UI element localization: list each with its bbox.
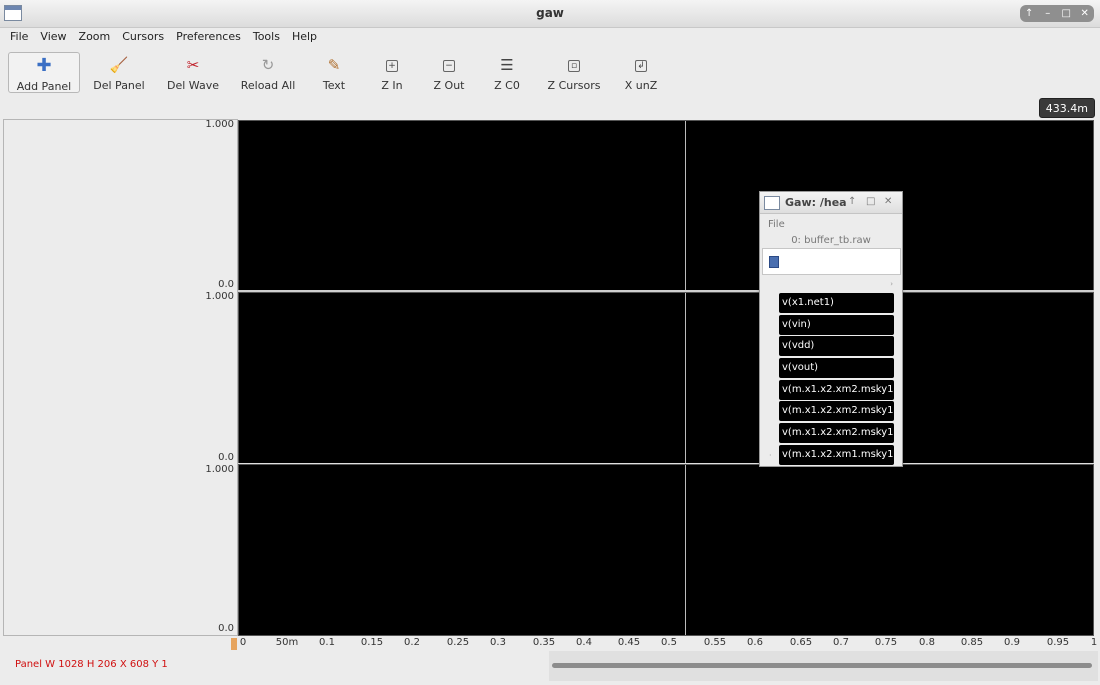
wave-list-window[interactable]: Gaw: /hea ↑ □ ✕ File 0: buffer_tb.raw › …	[759, 191, 903, 467]
wave-list: v(x1.net1) v(vin) v(vdd) v(vout) v(m.x1.…	[779, 293, 894, 466]
menu-file[interactable]: File	[4, 28, 34, 46]
x-tick-label: 0.45	[617, 637, 641, 648]
x-tick-label: 0.35	[532, 637, 556, 648]
shade-icon[interactable]: ↑	[1022, 8, 1036, 19]
cursor-line[interactable]	[685, 293, 686, 463]
x-axis: 0 50m 0.1 0.15 0.2 0.25 0.3 0.35 0.4 0.4…	[238, 637, 1098, 651]
panel-2-y-max: 1.000	[205, 291, 234, 302]
scissors-icon: ✂	[186, 56, 200, 74]
broom-icon: 🧹	[109, 56, 129, 74]
window-icon	[764, 196, 780, 210]
scroll-arrow-icon[interactable]: ›	[890, 280, 893, 288]
x-tick-label: 0.9	[1004, 637, 1020, 648]
title-bar[interactable]: gaw ↑ – □ ✕	[0, 0, 1100, 28]
wave-list-menu-file[interactable]: File	[768, 219, 785, 230]
menu-preferences[interactable]: Preferences	[170, 28, 247, 46]
x-cursor-handle[interactable]	[231, 638, 237, 650]
x-tick-label: 1	[1090, 637, 1098, 648]
x-tick-label: 0.75	[874, 637, 898, 648]
x-unzoom-icon: ↲	[635, 59, 647, 72]
x-tick-label: 50m	[275, 637, 299, 648]
maximize-icon[interactable]: □	[1059, 8, 1073, 19]
gaw-main-window: gaw ↑ – □ ✕ File View Zoom Cursors Prefe…	[0, 0, 1100, 685]
minimize-icon[interactable]: –	[1041, 8, 1055, 19]
text-edit-icon: ✎	[327, 56, 341, 74]
data-file-label: 0: buffer_tb.raw	[791, 235, 871, 246]
x-tick-label: 0.8	[919, 637, 935, 648]
wave-item[interactable]: v(m.x1.x2.xm2.msky130	[779, 401, 894, 422]
window-title: gaw	[536, 6, 564, 20]
wave-item[interactable]: v(m.x1.x2.xm2.msky130	[779, 379, 894, 400]
resize-grip-icon[interactable]: ·	[769, 451, 772, 460]
zoom-cursors-icon: ▫	[568, 59, 580, 72]
menu-tools[interactable]: Tools	[247, 28, 286, 46]
file-select-checkbox[interactable]	[769, 256, 779, 268]
x-tick-label: 0.7	[833, 637, 849, 648]
zoom-in-icon: +	[386, 59, 398, 72]
x-tick-label: 0	[239, 637, 247, 648]
text-button[interactable]: ✎ Text	[314, 52, 354, 93]
del-wave-button[interactable]: ✂ Del Wave	[162, 52, 224, 93]
waveform-panel-1[interactable]	[238, 120, 1094, 291]
panel-1-y-min: 0.0	[218, 279, 234, 290]
plus-icon: ✚	[36, 55, 52, 76]
x-tick-label: 0.2	[404, 637, 420, 648]
menu-zoom[interactable]: Zoom	[73, 28, 117, 46]
zoom-out-icon: −	[443, 59, 455, 72]
waveform-label-area[interactable]	[3, 119, 238, 636]
wave-item[interactable]: v(vout)	[779, 358, 894, 379]
panel-2-y-min: 0.0	[218, 452, 234, 463]
x-tick-label: 0.6	[747, 637, 763, 648]
close-icon[interactable]: ✕	[884, 196, 892, 207]
x-tick-label: 0.3	[490, 637, 506, 648]
zoom-fit-icon: ☰	[500, 56, 514, 74]
wave-list-title: Gaw: /hea	[785, 196, 847, 209]
panel-1-y-max: 1.000	[205, 119, 234, 130]
reload-all-button[interactable]: ↻ Reload All	[238, 52, 298, 93]
wave-item[interactable]: v(vin)	[779, 314, 894, 335]
cursor-line[interactable]	[685, 121, 686, 290]
window-controls: ↑ – □ ✕	[1020, 5, 1094, 22]
menu-help[interactable]: Help	[286, 28, 323, 46]
cursor-value-badge: 433.4m	[1038, 98, 1095, 118]
x-tick-label: 0.1	[319, 637, 335, 648]
menu-view[interactable]: View	[34, 28, 72, 46]
cursor-line[interactable]	[685, 465, 686, 635]
reload-icon: ↻	[261, 56, 275, 74]
toolbar: ✚ Add Panel 🧹 Del Panel ✂ Del Wave ↻ Rel…	[0, 50, 1100, 95]
horizontal-scrollbar[interactable]	[549, 651, 1098, 681]
zoom-cursors-button[interactable]: ▫ Z Cursors	[546, 52, 602, 93]
close-icon[interactable]: ✕	[1078, 8, 1092, 19]
zoom-c0-button[interactable]: ☰ Z C0	[486, 52, 528, 93]
panel-3-y-max: 1.000	[205, 464, 234, 475]
x-unzoom-button[interactable]: ↲ X unZ	[620, 52, 662, 93]
shade-icon[interactable]: ↑	[848, 196, 856, 207]
zoom-in-button[interactable]: + Z In	[372, 52, 412, 93]
menu-bar: File View Zoom Cursors Preferences Tools…	[0, 28, 1100, 46]
wave-item[interactable]: v(vdd)	[779, 336, 894, 357]
menu-cursors[interactable]: Cursors	[116, 28, 170, 46]
waveform-panel-3[interactable]	[238, 464, 1094, 636]
x-tick-label: 0.85	[960, 637, 984, 648]
wave-item[interactable]: v(m.x1.x2.xm2.msky130	[779, 423, 894, 444]
x-tick-label: 0.65	[789, 637, 813, 648]
panel-3-y-min: 0.0	[218, 623, 234, 634]
file-entry-field[interactable]	[762, 248, 901, 275]
wave-list-title-bar[interactable]: Gaw: /hea ↑ □ ✕	[760, 192, 902, 214]
wave-item[interactable]: v(x1.net1)	[779, 293, 894, 313]
waveform-panel-2[interactable]	[238, 292, 1094, 464]
maximize-icon[interactable]: □	[866, 196, 875, 207]
wave-item[interactable]: v(m.x1.x2.xm1.msky130	[779, 444, 894, 465]
add-panel-button[interactable]: ✚ Add Panel	[8, 52, 80, 93]
del-panel-button[interactable]: 🧹 Del Panel	[88, 52, 150, 93]
x-tick-label: 0.4	[576, 637, 592, 648]
x-tick-label: 0.55	[703, 637, 727, 648]
zoom-out-button[interactable]: − Z Out	[428, 52, 470, 93]
x-tick-label: 0.5	[661, 637, 677, 648]
x-tick-label: 0.95	[1046, 637, 1070, 648]
x-tick-label: 0.15	[360, 637, 384, 648]
status-text: Panel W 1028 H 206 X 608 Y 1	[15, 659, 168, 670]
scrollbar-thumb[interactable]	[552, 663, 1092, 668]
x-tick-label: 0.25	[446, 637, 470, 648]
